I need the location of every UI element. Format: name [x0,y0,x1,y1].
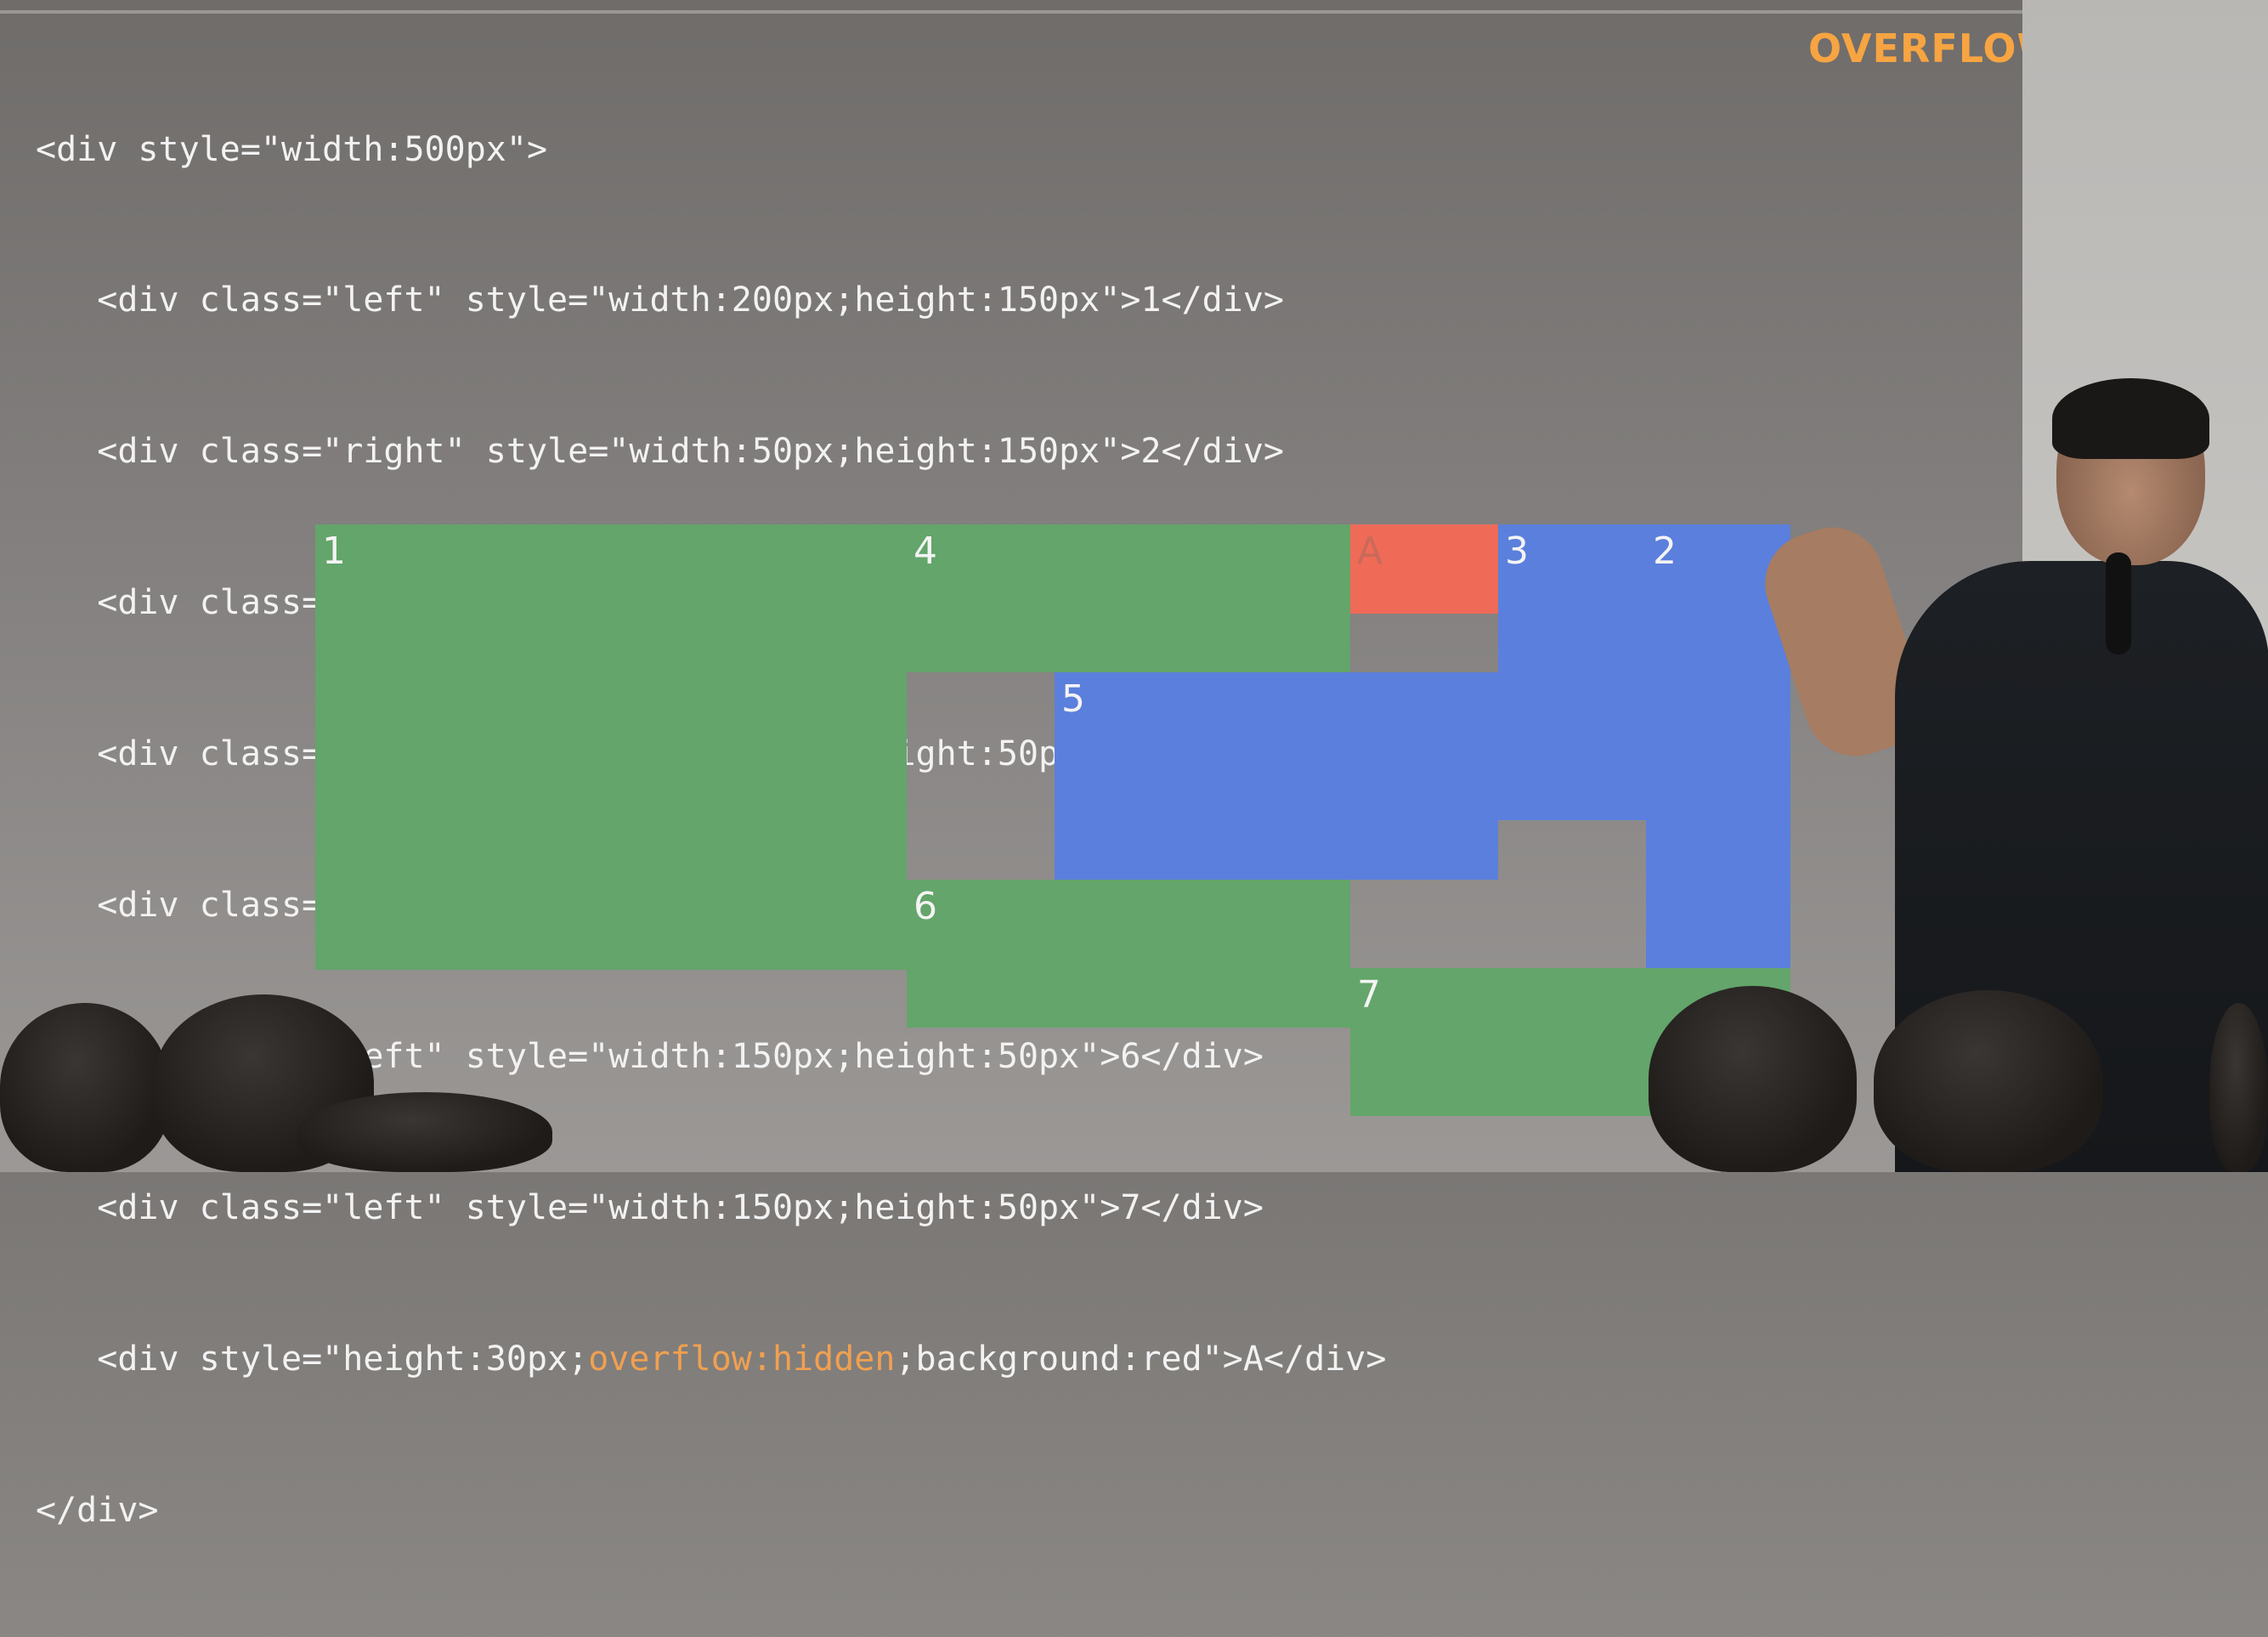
demo-box-3: 3 [1498,524,1646,820]
demo-box-1: 1 [315,524,907,970]
float-demo: 1 4 A 3 2 5 6 7 [315,524,1790,1119]
code-line-overflow: <div style="height:30px;overflow:hidden;… [36,1339,1387,1379]
code-highlight: overflow:hidden [588,1339,896,1379]
code-line: <div class="left" style="width:200px;hei… [36,280,1285,320]
code-line: <div class="right" style="width:50px;hei… [36,432,1285,472]
demo-box-5: 5 [1055,672,1498,880]
presenter-hair [2052,378,2209,459]
code-line: <div class="left" style="width:150px;hei… [36,1187,1264,1227]
audience-head [297,1092,552,1172]
audience-head [2209,1003,2268,1172]
demo-box-6: 6 [907,880,1350,1028]
code-line: </div> [36,1490,159,1530]
slide-top-edge [0,10,2022,14]
audience-head [1649,986,1857,1172]
demo-box-4: 4 [907,524,1350,672]
code-line: <div style="width:500px"> [36,129,548,169]
audience-head [1874,990,2103,1172]
demo-box-a: A [1350,524,1498,614]
microphone-icon [2106,552,2131,654]
audience-head [0,1003,170,1172]
